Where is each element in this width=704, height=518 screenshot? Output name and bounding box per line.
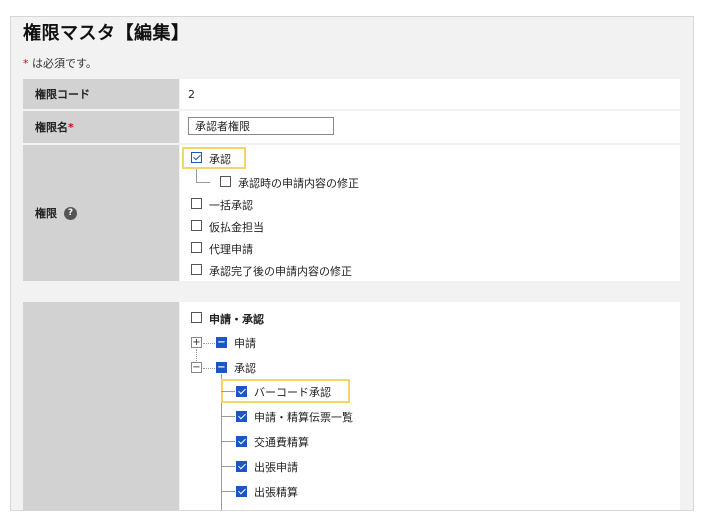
permission-approve-edit-label: 承認時の申請内容の修正 <box>238 177 359 190</box>
tree-line <box>196 182 210 183</box>
tree-node-approval-label: 承認 <box>234 362 256 375</box>
tree-child-barcode-label: バーコード承認 <box>254 386 331 399</box>
tree-line <box>203 343 215 344</box>
expand-icon[interactable]: + <box>191 337 202 348</box>
checkbox-trip-settlement[interactable] <box>236 486 247 497</box>
code-value-cell: 2 <box>180 79 680 109</box>
required-note-text: は必須です。 <box>32 57 97 70</box>
permission-proxy-application-label: 代理申請 <box>209 243 253 256</box>
required-note: * は必須です。 <box>23 55 97 71</box>
name-label-text: 権限名 <box>35 121 68 134</box>
permission-label: 権限 ? <box>23 145 179 281</box>
name-row: 権限名 * <box>23 111 680 143</box>
code-value: 2 <box>188 88 195 101</box>
name-value-cell <box>180 111 680 143</box>
permission-label-text: 権限 <box>35 207 57 220</box>
tree-line <box>196 349 197 361</box>
tree-child-transport-label: 交通費精算 <box>254 436 309 449</box>
checkbox-approve[interactable] <box>191 152 202 163</box>
menu-tree-row: 申請・承認 + − 申請 − − 承認 バーコード承認 申請・精算伝票一覧 交通… <box>23 302 680 510</box>
tree-child-trip-settlement-label: 出張精算 <box>254 486 298 499</box>
menu-tree-label <box>23 302 179 510</box>
checkbox-proxy-application[interactable] <box>191 242 202 253</box>
tree-line <box>221 491 235 492</box>
permission-value-cell: 承認 承認時の申請内容の修正 一括承認 仮払金担当 代理申請 承認完了後の申請内… <box>180 145 680 281</box>
page-title: 権限マスタ【編集】 <box>23 23 190 44</box>
checkbox-barcode-approval[interactable] <box>236 386 247 397</box>
tree-line <box>221 466 235 467</box>
name-input[interactable] <box>188 117 334 135</box>
toggle-approval-icon[interactable]: − <box>216 362 227 373</box>
tree-line <box>221 391 235 392</box>
tree-child-trip-application-label: 出張申請 <box>254 461 298 474</box>
menu-tree-cell: 申請・承認 + − 申請 − − 承認 バーコード承認 申請・精算伝票一覧 交通… <box>180 302 680 510</box>
checkbox-bulk-approve[interactable] <box>191 198 202 209</box>
checkbox-advance-payment[interactable] <box>191 220 202 231</box>
help-icon[interactable]: ? <box>64 206 77 220</box>
permission-approve-label: 承認 <box>209 153 231 166</box>
code-label: 権限コード <box>23 79 179 109</box>
tree-node-application-label: 申請 <box>234 337 256 350</box>
checkbox-post-approval-edit[interactable] <box>191 264 202 275</box>
checkbox-transport-expense[interactable] <box>236 436 247 447</box>
permission-bulk-approve-label: 一括承認 <box>209 199 253 212</box>
tree-child-slip-list-label: 申請・精算伝票一覧 <box>254 411 353 424</box>
name-label: 権限名 * <box>23 111 179 143</box>
checkbox-slip-list[interactable] <box>236 411 247 422</box>
tree-line <box>203 368 215 369</box>
checkbox-trip-application[interactable] <box>236 461 247 472</box>
permission-row: 権限 ? 承認 承認時の申請内容の修正 一括承認 仮払金担当 代理申請 承認完了… <box>23 145 680 281</box>
checkbox-application-approval[interactable] <box>191 312 202 323</box>
permission-advance-payment-label: 仮払金担当 <box>209 221 264 234</box>
code-row: 権限コード 2 <box>23 79 680 109</box>
collapse-icon[interactable]: − <box>191 362 202 373</box>
toggle-application-icon[interactable]: − <box>216 337 227 348</box>
tree-root-label: 申請・承認 <box>209 313 264 326</box>
required-star: * <box>23 57 29 70</box>
permission-post-approval-edit-label: 承認完了後の申請内容の修正 <box>209 265 352 278</box>
tree-line <box>196 169 197 182</box>
name-required-star: * <box>68 120 74 134</box>
checkbox-approve-edit[interactable] <box>220 176 231 187</box>
tree-line <box>221 416 235 417</box>
tree-line <box>221 441 235 442</box>
edit-panel: 権限マスタ【編集】 * は必須です。 権限コード 2 権限名 * 権限 ? 承認 <box>10 16 694 511</box>
